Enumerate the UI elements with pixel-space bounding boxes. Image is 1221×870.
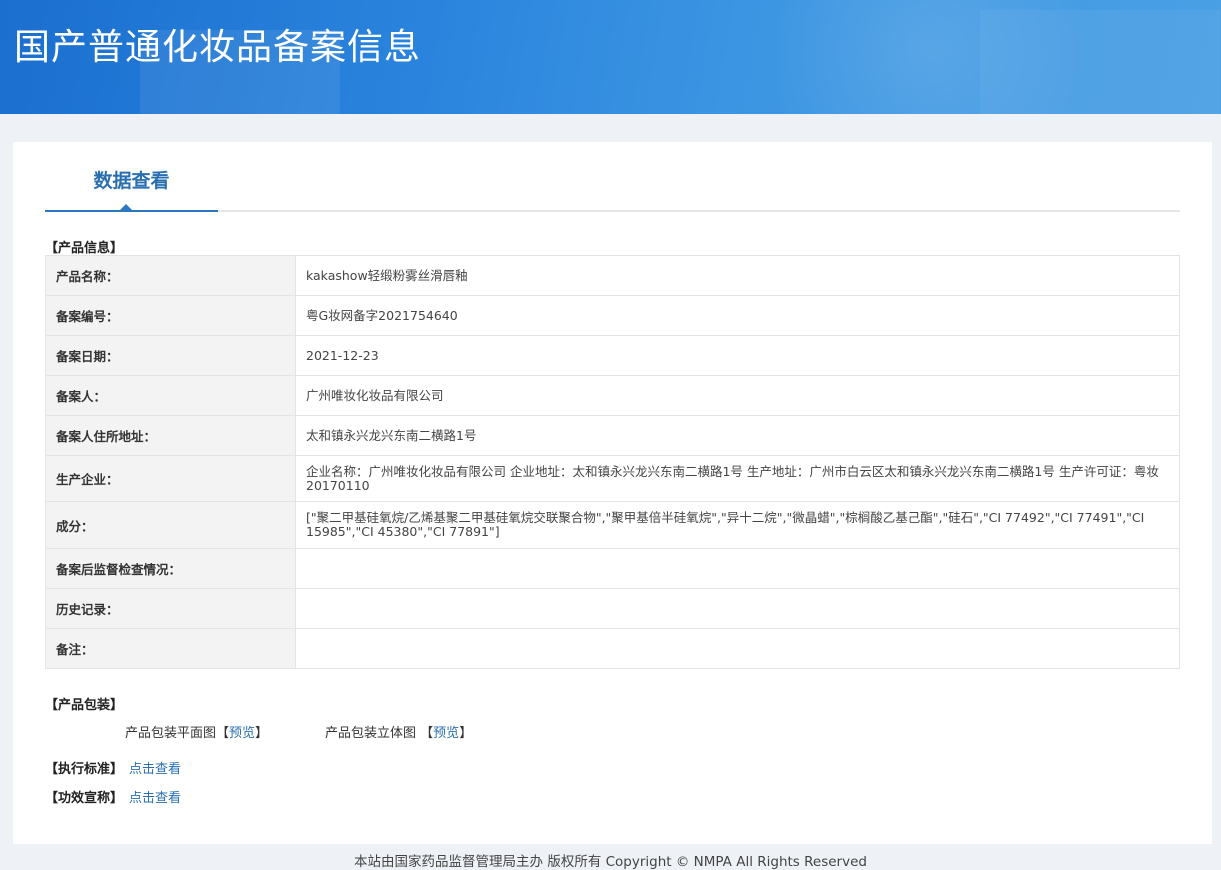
- info-row-value: 太和镇永兴龙兴东南二横路1号: [295, 415, 1180, 456]
- tab-data-view[interactable]: 数据查看: [45, 142, 218, 212]
- content-panel: 数据查看 【产品信息】 产品名称： kakashow轻缎粉雾丝滑唇釉 备案编号： 粤G…: [13, 142, 1212, 844]
- info-row-value: ["聚二甲基硅氧烷/乙烯基聚二甲基硅氧烷交联聚合物","聚甲基倍半硅氧烷","异…: [295, 501, 1180, 549]
- info-row-label: 备案人住所地址：: [45, 415, 296, 456]
- package-stereo-label: 产品包装立体图: [325, 726, 417, 741]
- info-row: 生产企业： 企业名称：广州唯妆化妆品有限公司 企业地址：太和镇永兴龙兴东南二横路1…: [45, 455, 1180, 502]
- info-row-value: [295, 548, 1180, 589]
- info-row-label: 历史记录：: [45, 588, 296, 629]
- product-info-title: 【产品信息】: [45, 241, 124, 256]
- info-row-value: 粤G妆网备字2021754640: [295, 295, 1180, 336]
- standard-view-link[interactable]: 点击查看: [129, 762, 181, 777]
- package-stereo-item: 产品包装立体图 【预览】: [325, 722, 472, 741]
- bracket-open: 【: [216, 726, 230, 741]
- package-flat-label: 产品包装平面图: [125, 726, 217, 741]
- package-flat-item: 产品包装平面图【预览】: [125, 722, 268, 741]
- info-row-label: 备案人：: [45, 375, 296, 416]
- info-row-label: 成分：: [45, 501, 296, 549]
- footer-copyright: 本站由国家药品监督管理局主办 版权所有 Copyright © NMPA All…: [354, 854, 867, 870]
- info-row: 备案编号： 粤G妆网备字2021754640: [45, 295, 1180, 336]
- info-row: 成分： ["聚二甲基硅氧烷/乙烯基聚二甲基硅氧烷交联聚合物","聚甲基倍半硅氧烷"…: [45, 501, 1180, 549]
- info-row: 备案人住所地址： 太和镇永兴龙兴东南二横路1号: [45, 415, 1180, 456]
- flat-preview-link[interactable]: 预览: [229, 726, 255, 741]
- info-row-label: 备案编号：: [45, 295, 296, 336]
- info-row-value: 企业名称：广州唯妆化妆品有限公司 企业地址：太和镇永兴龙兴东南二横路1号 生产地…: [295, 455, 1180, 502]
- banner-decoration: [980, 10, 1220, 114]
- site-title: 国产普通化妆品备案信息: [14, 27, 422, 68]
- standard-row: 【执行标准】 点击查看: [45, 758, 181, 777]
- info-row-label: 备案日期：: [45, 335, 296, 376]
- info-row-value: kakashow轻缎粉雾丝滑唇釉: [295, 255, 1180, 296]
- tab-bar: 数据查看: [45, 142, 1180, 212]
- info-row-value: [295, 588, 1180, 629]
- standard-label: 【执行标准】: [45, 762, 124, 777]
- tab-active-caret-icon: [120, 204, 132, 210]
- info-row: 历史记录：: [45, 588, 1180, 629]
- info-row-value: 广州唯妆化妆品有限公司: [295, 375, 1180, 416]
- product-info-table: 产品名称： kakashow轻缎粉雾丝滑唇釉 备案编号： 粤G妆网备字20217546…: [45, 255, 1180, 669]
- efficacy-row: 【功效宣称】 点击查看: [45, 787, 181, 806]
- efficacy-view-link[interactable]: 点击查看: [129, 791, 181, 806]
- info-row: 产品名称： kakashow轻缎粉雾丝滑唇釉: [45, 255, 1180, 296]
- header-banner: 国产普通化妆品备案信息: [0, 0, 1221, 114]
- info-row-value: [295, 628, 1180, 669]
- bracket-close: 】: [459, 726, 473, 741]
- info-row-label: 备注：: [45, 628, 296, 669]
- bracket-close: 】: [255, 726, 269, 741]
- info-row: 备案后监督检查情况：: [45, 548, 1180, 589]
- info-row-label: 生产企业：: [45, 455, 296, 502]
- bracket-open: 【: [420, 726, 434, 741]
- info-row-label: 产品名称：: [45, 255, 296, 296]
- stereo-preview-link[interactable]: 预览: [433, 726, 459, 741]
- info-row-label: 备案后监督检查情况：: [45, 548, 296, 589]
- info-row: 备注：: [45, 628, 1180, 669]
- efficacy-label: 【功效宣称】: [45, 791, 124, 806]
- info-row-value: 2021-12-23: [295, 335, 1180, 376]
- info-row: 备案日期： 2021-12-23: [45, 335, 1180, 376]
- packaging-title: 【产品包装】: [45, 698, 124, 713]
- info-row: 备案人： 广州唯妆化妆品有限公司: [45, 375, 1180, 416]
